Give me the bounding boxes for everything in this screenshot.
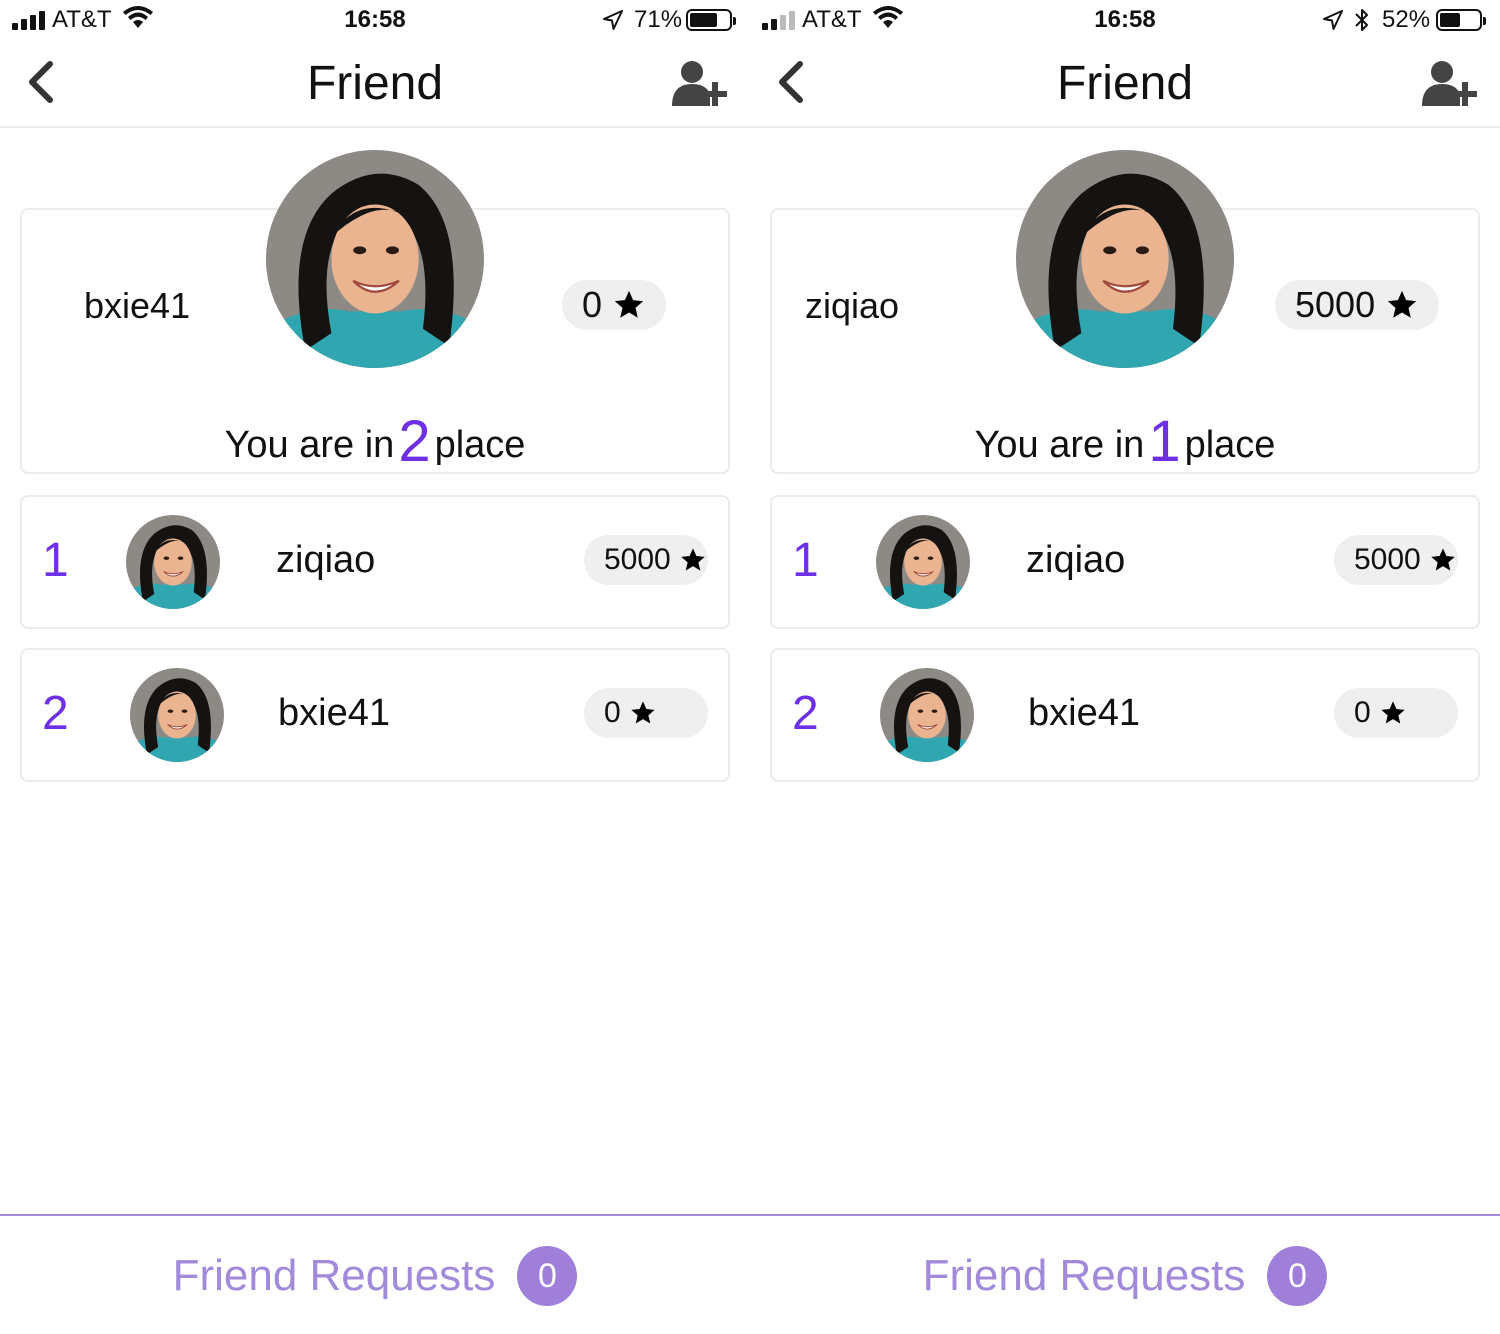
phone-screen-right: AT&T 16:58 52% Friend ziqiao 5000 You ar… <box>750 0 1500 1334</box>
phone-screen-left: AT&T 16:58 71% Friend bxie41 0 You are i… <box>0 0 750 1334</box>
my-username: ziqiao <box>805 285 900 326</box>
avatar <box>130 668 224 762</box>
star-count: 5000 <box>584 535 708 585</box>
location-arrow-icon <box>1323 10 1343 30</box>
my-star-value: 5000 <box>1295 284 1376 325</box>
my-avatar <box>266 150 484 368</box>
place-suffix: place <box>434 424 526 466</box>
place-text: You are in2 place <box>20 408 730 475</box>
my-star-count: 0 <box>562 280 667 330</box>
friend-requests-badge: 0 <box>517 1246 578 1306</box>
place-text: You are in1 place <box>770 408 1480 475</box>
friend-requests-badge: 0 <box>1267 1246 1328 1306</box>
avatar <box>876 515 970 609</box>
avatar <box>126 515 220 609</box>
place-prefix: You are in <box>224 424 395 466</box>
nav-bar: Friend <box>750 44 1500 128</box>
my-username: bxie41 <box>84 285 191 326</box>
leaderboard-row[interactable]: 2 bxie41 0 <box>20 648 730 782</box>
battery-percent: 52% <box>1382 6 1431 33</box>
place-number: 1 <box>1148 409 1181 474</box>
rank-number: 2 <box>792 687 819 740</box>
status-bar: AT&T 16:58 71% <box>0 0 750 40</box>
row-username: bxie41 <box>278 692 390 734</box>
star-icon <box>1429 546 1457 574</box>
leaderboard-row[interactable]: 1 ziqiao 5000 <box>20 495 730 629</box>
avatar <box>880 668 974 762</box>
leaderboard-row[interactable]: 1 ziqiao 5000 <box>770 495 1480 629</box>
rank-number: 1 <box>792 534 819 587</box>
bottom-bar: Friend Requests 0 <box>0 1214 750 1334</box>
star-icon <box>679 546 707 574</box>
friend-requests-button[interactable]: Friend Requests 0 <box>0 1246 750 1306</box>
friend-requests-label: Friend Requests <box>172 1251 496 1300</box>
battery-icon <box>1436 9 1486 31</box>
friend-requests-button[interactable]: Friend Requests 0 <box>750 1246 1500 1306</box>
page-title: Friend <box>1056 57 1194 110</box>
page-title: Friend <box>306 57 444 110</box>
star-value: 5000 <box>1354 543 1421 576</box>
leaderboard-row[interactable]: 2 bxie41 0 <box>770 648 1480 782</box>
star-count: 0 <box>1334 688 1458 738</box>
star-count: 0 <box>584 688 708 738</box>
friend-requests-label: Friend Requests <box>922 1251 1246 1300</box>
place-suffix: place <box>1184 424 1276 466</box>
battery-percent: 71% <box>634 6 683 33</box>
rank-number: 1 <box>42 534 69 587</box>
place-number: 2 <box>398 409 431 474</box>
star-icon <box>629 699 657 727</box>
star-count: 5000 <box>1334 535 1458 585</box>
status-bar: AT&T 16:58 52% <box>750 0 1500 40</box>
bottom-bar: Friend Requests 0 <box>750 1214 1500 1334</box>
star-icon <box>1379 699 1407 727</box>
star-icon <box>1385 288 1419 322</box>
my-star-value: 0 <box>582 284 603 325</box>
row-username: ziqiao <box>1026 539 1126 581</box>
location-arrow-icon <box>603 10 623 30</box>
my-star-count: 5000 <box>1275 280 1440 330</box>
star-value: 0 <box>1354 696 1371 729</box>
row-username: ziqiao <box>276 539 376 581</box>
rank-number: 2 <box>42 687 69 740</box>
bluetooth-icon <box>1355 9 1368 31</box>
star-value: 0 <box>604 696 621 729</box>
star-icon <box>612 288 646 322</box>
nav-bar: Friend <box>0 44 750 128</box>
add-friend-icon[interactable] <box>670 60 732 106</box>
add-friend-icon[interactable] <box>1420 60 1482 106</box>
battery-icon <box>686 9 736 31</box>
place-prefix: You are in <box>974 424 1145 466</box>
row-username: bxie41 <box>1028 692 1140 734</box>
star-value: 5000 <box>604 543 671 576</box>
my-avatar <box>1016 150 1234 368</box>
